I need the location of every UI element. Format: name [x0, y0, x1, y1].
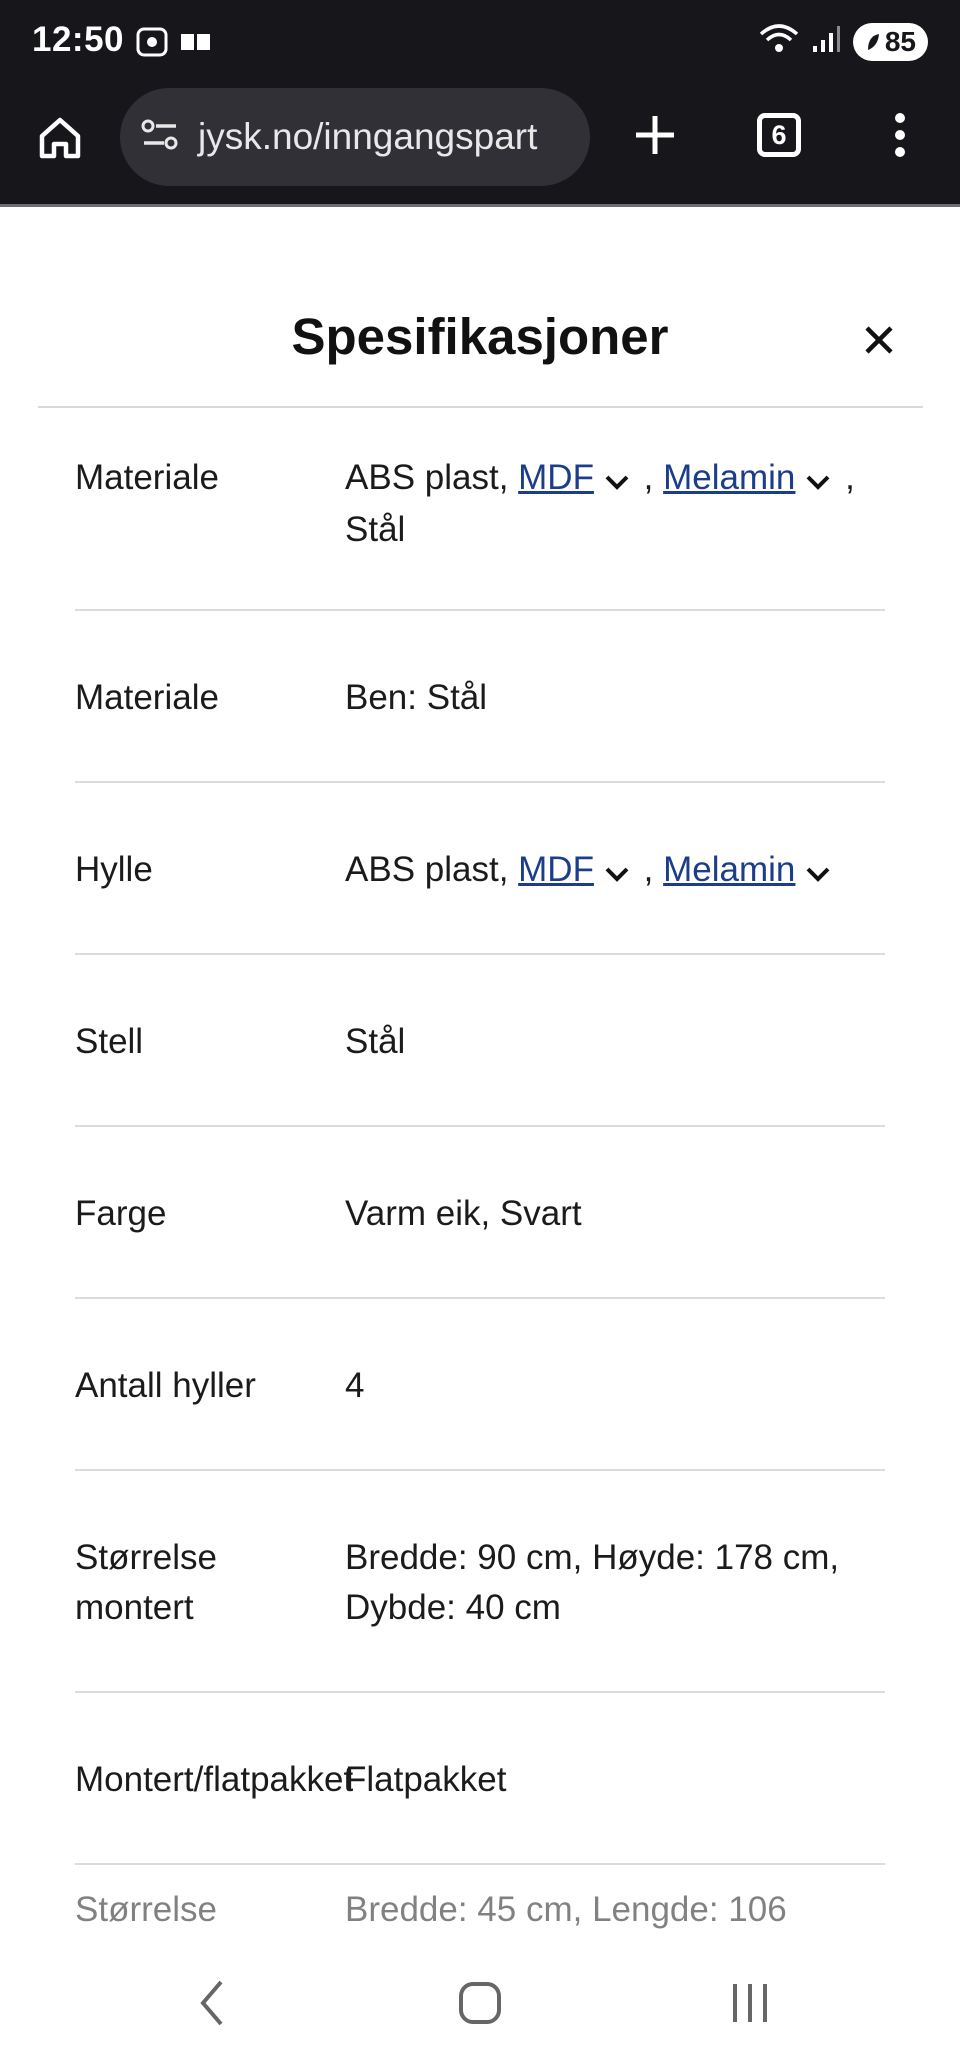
spec-value: Bredde: 45 cm, Lengde: 106	[345, 1890, 787, 1929]
spec-row-hylle: Hylle ABS plast, MDF , Melamin	[75, 783, 885, 955]
spec-row-farge: Farge Varm eik, Svart	[75, 1127, 885, 1299]
spec-row-storrelse-montert: Størrelse montert Bredde: 90 cm, Høyde: 1…	[75, 1471, 885, 1693]
site-settings-icon[interactable]	[140, 118, 180, 157]
specifications-list: Materiale ABS plast, MDF , Melamin , Stål…	[0, 409, 960, 1939]
battery-level: 85	[884, 25, 916, 57]
url-text: jysk.no/inngangspart	[198, 116, 538, 157]
melamin-link[interactable]: Melamin	[663, 850, 795, 889]
new-tab-button[interactable]	[622, 102, 688, 168]
spec-row-stell: Stell Stål	[75, 955, 885, 1127]
browser-menu-button[interactable]	[880, 102, 920, 168]
spec-row-materiale-ben: Materiale Ben: Stål	[75, 611, 885, 783]
spec-value: ABS plast, MDF , Melamin	[345, 845, 885, 897]
spec-value: Ben: Stål	[345, 678, 488, 717]
header-divider	[38, 406, 923, 408]
spec-label: Stell	[75, 1022, 144, 1061]
spec-row-montert-flatpakket: Montert/flatpakket Flatpakket	[75, 1693, 885, 1865]
wifi-icon	[759, 22, 799, 61]
chevron-down-icon[interactable]	[805, 847, 831, 897]
recent-apps-icon	[733, 1984, 767, 2022]
more-vertical-icon	[895, 113, 905, 157]
spec-value: Flatpakket	[345, 1760, 507, 1799]
home-icon	[39, 117, 81, 159]
browser-toolbar: jysk.no/inngangspart 6	[0, 84, 960, 207]
spec-row-materiale: Materiale ABS plast, MDF , Melamin , Stål	[75, 409, 885, 611]
panel-title: Spesifikasjoner	[291, 308, 669, 365]
melamin-link[interactable]: Melamin	[663, 458, 795, 497]
back-icon	[200, 1980, 223, 2026]
signal-icon	[811, 24, 841, 59]
status-bar: 12:50 85	[0, 0, 960, 84]
home-nav-button[interactable]	[450, 1975, 510, 2031]
chevron-down-icon[interactable]	[604, 455, 630, 505]
spec-label: Farge	[75, 1194, 167, 1233]
panel-header: Spesifikasjoner	[0, 207, 960, 408]
spec-value: Varm eik, Svart	[345, 1194, 582, 1233]
home-square-icon	[459, 1982, 501, 2024]
screenshot-icon	[136, 27, 168, 62]
spec-row-antall-hyller: Antall hyller 4	[75, 1299, 885, 1471]
spec-value: 4	[345, 1366, 365, 1405]
home-button[interactable]	[28, 106, 92, 170]
notification-icon	[180, 31, 212, 58]
spec-label: Montert/flatpakket	[75, 1760, 354, 1799]
battery-icon: 85	[852, 22, 928, 61]
spec-label: Størrelse	[75, 1890, 217, 1929]
spec-row-storrelse: Størrelse Bredde: 45 cm, Lengde: 106	[75, 1865, 885, 1939]
spec-label: Størrelse montert	[75, 1538, 217, 1627]
spec-label: Materiale	[75, 678, 219, 717]
recent-apps-button[interactable]	[720, 1975, 780, 2031]
close-button[interactable]	[856, 317, 902, 363]
chevron-down-icon[interactable]	[805, 455, 831, 505]
mdf-link[interactable]: MDF	[518, 458, 594, 497]
tab-count: 6	[757, 113, 801, 157]
spec-value: Bredde: 90 cm, Høyde: 178 cm, Dybde: 40 c…	[345, 1538, 840, 1627]
spec-label: Antall hyller	[75, 1366, 256, 1405]
spec-label: Materiale	[75, 458, 219, 497]
system-nav-bar	[0, 1939, 960, 2059]
close-icon	[865, 326, 893, 354]
status-time: 12:50	[32, 20, 125, 59]
address-bar[interactable]: jysk.no/inngangspart	[120, 88, 590, 186]
spec-value: Stål	[345, 1022, 406, 1061]
tab-switcher-button[interactable]: 6	[746, 102, 812, 168]
spec-label: Hylle	[75, 850, 153, 889]
plus-icon	[636, 116, 674, 154]
spec-value: ABS plast, MDF , Melamin , Stål	[345, 453, 885, 555]
mdf-link[interactable]: MDF	[518, 850, 594, 889]
chevron-down-icon[interactable]	[604, 847, 630, 897]
back-button[interactable]	[182, 1975, 242, 2031]
